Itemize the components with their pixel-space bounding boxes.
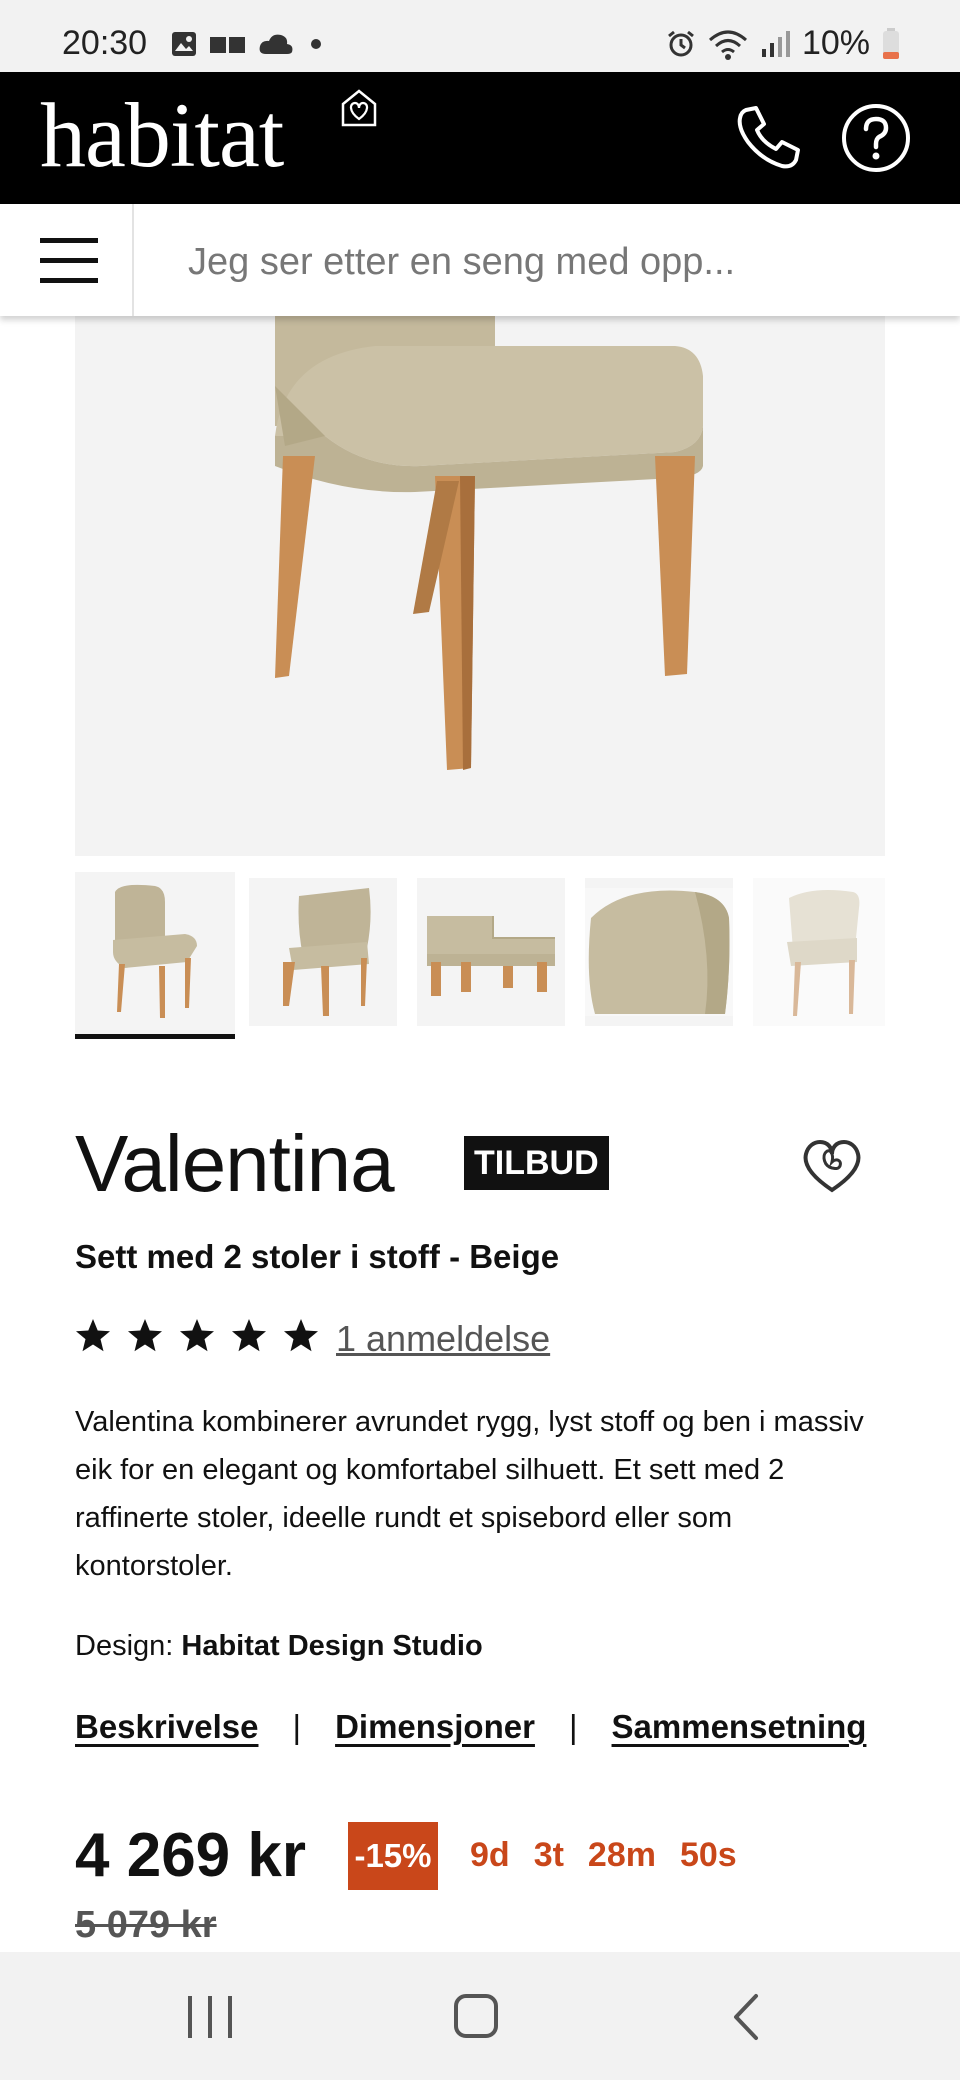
star-icon <box>128 1319 162 1352</box>
offer-countdown: 9d 3t 28m 50s <box>470 1836 737 1875</box>
countdown-minutes: 28m <box>587 1836 656 1874</box>
tab-separator: | <box>292 1708 302 1745</box>
thumbnail-chair-detail-image <box>427 916 563 996</box>
menu-icon-line <box>40 278 98 283</box>
habitat-logo[interactable]: habitat <box>40 82 284 188</box>
tab-description[interactable]: Beskrivelse <box>75 1708 258 1746</box>
tab-separator: | <box>568 1708 578 1745</box>
thumbnail-3[interactable] <box>417 878 565 1026</box>
tab-composition[interactable]: Sammensetning <box>612 1708 867 1746</box>
image-icon <box>172 32 196 56</box>
chair-illustration <box>275 316 703 770</box>
product-subtitle: Sett med 2 stoler i stoff - Beige <box>75 1238 560 1275</box>
help-button[interactable] <box>840 102 912 174</box>
recent-apps-icon <box>188 1996 232 2038</box>
cloud-icon <box>259 34 293 54</box>
wishlist-button[interactable] <box>800 1138 864 1194</box>
phone-icon <box>737 106 800 169</box>
cards-icon <box>210 37 245 53</box>
rating-stars <box>75 1318 319 1354</box>
signal-icon <box>761 30 790 57</box>
dot-icon <box>311 39 321 49</box>
status-time: 20:30 <box>62 24 148 62</box>
battery-icon <box>883 27 899 59</box>
thumbnail-chair-back-image <box>283 888 371 1016</box>
thumbnail-5[interactable] <box>753 878 885 1026</box>
home-icon <box>454 1994 498 2038</box>
designer-line: Design: Habitat Design Studio <box>75 1630 483 1663</box>
logo-house-heart-icon <box>341 89 377 127</box>
countdown-hours: 3t <box>533 1836 564 1874</box>
help-icon <box>842 104 910 172</box>
product-title: Valentina <box>75 1119 395 1208</box>
site-header: habitat <box>0 72 960 204</box>
menu-icon <box>40 238 98 243</box>
thumbnail-chair-white-image <box>753 878 885 1026</box>
menu-button[interactable] <box>0 204 134 316</box>
star-icon <box>180 1319 214 1352</box>
discount-badge: -15% <box>348 1822 438 1890</box>
countdown-days: 9d <box>470 1836 510 1874</box>
designer-name: Habitat Design Studio <box>181 1630 483 1662</box>
star-icon <box>76 1319 110 1352</box>
product-tabs: Beskrivelse | Dimensjoner | Sammensetnin… <box>75 1708 866 1746</box>
product-description: Valentina kombinerer avrundet rygg, lyst… <box>75 1406 864 1582</box>
thumbnail-strip <box>75 872 885 1042</box>
status-bar: 20:30 10% <box>0 0 960 72</box>
battery-text: 10% <box>801 24 870 62</box>
star-icon <box>284 1319 318 1352</box>
system-nav-bar <box>0 1952 960 2080</box>
product-main-image[interactable] <box>75 316 885 856</box>
phone-button[interactable] <box>732 102 804 174</box>
tab-dimensions[interactable]: Dimensjoner <box>335 1708 535 1746</box>
thumbnail-backrest-image <box>585 888 733 1016</box>
status-icons-left <box>170 30 326 58</box>
back-button[interactable] <box>718 1990 778 2044</box>
recent-apps-button[interactable] <box>180 1990 240 2044</box>
countdown-seconds: 50s <box>679 1836 737 1874</box>
active-thumbnail-indicator <box>75 1034 235 1039</box>
star-icon <box>232 1319 266 1352</box>
current-price: 4 269 kr <box>75 1821 306 1890</box>
alarm-icon <box>668 30 694 56</box>
search-bar <box>0 204 960 316</box>
reviews-link[interactable]: 1 anmeldelse <box>336 1318 550 1360</box>
thumbnail-4[interactable] <box>585 878 733 1026</box>
menu-icon-line <box>40 258 98 263</box>
search-input[interactable] <box>188 234 908 290</box>
sale-badge: TILBUD <box>464 1136 609 1190</box>
thumbnail-chair-image <box>113 884 197 1018</box>
thumbnail-1[interactable] <box>75 872 235 1034</box>
heart-icon <box>803 1139 861 1193</box>
original-price: 5 079 kr <box>75 1904 217 1946</box>
home-button[interactable] <box>446 1990 506 2044</box>
thumbnail-2[interactable] <box>249 878 397 1026</box>
wifi-icon <box>708 30 747 60</box>
status-icons-right: 10% <box>666 24 900 63</box>
back-icon <box>734 1994 758 2040</box>
design-label: Design: <box>75 1630 174 1662</box>
